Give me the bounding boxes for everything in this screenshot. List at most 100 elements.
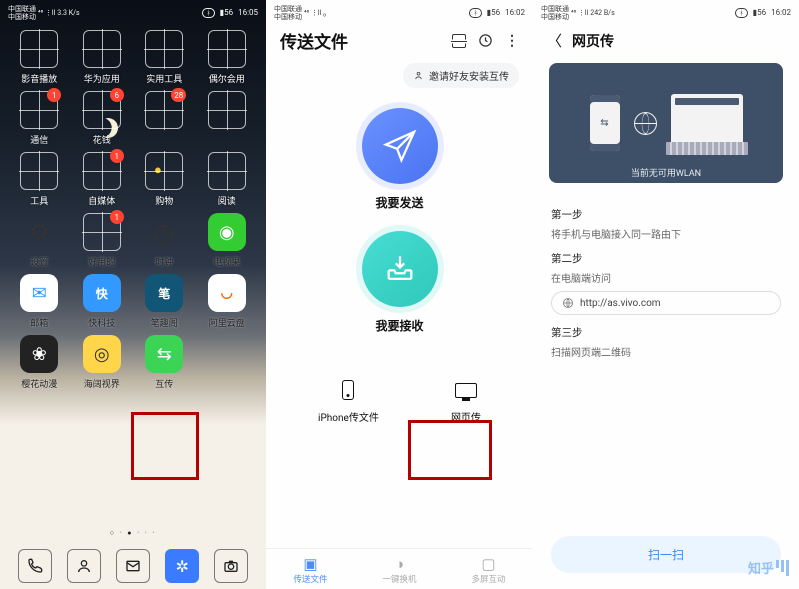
- highlight-box: [131, 412, 199, 480]
- phone-web-transfer: 中国联通中国移动⁴⁶ ⋮ll242 B/s ᚼ▮5616:02 〈 网页传 当前…: [533, 0, 799, 589]
- camera-icon[interactable]: [214, 549, 248, 583]
- step-2-desc: 在电脑端访问: [551, 270, 781, 285]
- cloud-icon: ◡: [208, 274, 246, 312]
- step-1-desc: 将手机与电脑接入同一路由下: [551, 226, 781, 241]
- transfer-icon: ⇆: [145, 335, 183, 373]
- page-title: 传送文件: [280, 28, 348, 53]
- app-shopping[interactable]: 购物: [133, 152, 196, 207]
- browser-icon[interactable]: ✲: [165, 549, 199, 583]
- step-1-title: 第一步: [551, 207, 781, 222]
- app-huawei[interactable]: 华为应用: [71, 30, 134, 85]
- app-folder[interactable]: [196, 91, 259, 146]
- scan-icon[interactable]: [452, 34, 466, 48]
- history-icon[interactable]: [478, 33, 493, 48]
- app-reading[interactable]: 阅读: [196, 152, 259, 207]
- highlight-box: [408, 420, 492, 480]
- dock: ✲: [0, 549, 266, 583]
- app-occasional[interactable]: 偶尔会用: [196, 30, 259, 85]
- status-bar: 中国联通中国移动⁴⁶ ⋮ll₀ ᚼ▮5616:02: [266, 0, 533, 22]
- app-kkj[interactable]: 快快科技: [71, 274, 134, 329]
- status-bar: 中国联通中国移动⁴⁶ ⋮ll3.3 K/s ᚼ▮5616:05: [0, 0, 266, 22]
- bluetooth-icon: ᚼ: [469, 8, 481, 18]
- app-selfmedia[interactable]: 1自媒体: [71, 152, 134, 207]
- app-media[interactable]: 影音播放: [8, 30, 71, 85]
- send-label: 我要发送: [266, 194, 533, 211]
- step-2-title: 第二步: [551, 251, 781, 266]
- clock: 16:02: [505, 8, 525, 17]
- bluetooth-icon: ᚼ: [202, 8, 214, 18]
- screens-icon: ▢: [471, 555, 505, 573]
- scan-button[interactable]: 扫一扫: [551, 536, 781, 573]
- app-tools[interactable]: 工具: [8, 152, 71, 207]
- steps: 第一步 将手机与电脑接入同一路由下 第二步 在电脑端访问 http://as.v…: [533, 189, 799, 367]
- badge: 1: [110, 210, 124, 224]
- badge: 1: [47, 88, 61, 102]
- clock-icon: ◷: [145, 213, 183, 251]
- page-title: 网页传: [572, 31, 614, 51]
- app-grid: 影音播放 华为应用 实用工具 偶尔会用 1通信 6花钱 28 工具 1自媒体 购…: [0, 22, 266, 390]
- iphone-label: iPhone传文件: [318, 409, 379, 424]
- folder-icon: ▣: [293, 555, 327, 573]
- app-haikuo[interactable]: ◎海阔视界: [71, 335, 134, 390]
- bluetooth-icon: ᚼ: [735, 8, 747, 18]
- contacts-icon[interactable]: [67, 549, 101, 583]
- message-icon[interactable]: [116, 549, 150, 583]
- phone-homescreen: 中国联通中国移动⁴⁶ ⋮ll3.3 K/s ᚼ▮5616:05 ● 影音播放 华…: [0, 0, 266, 589]
- app-utilities[interactable]: 实用工具: [133, 30, 196, 85]
- app-sakura[interactable]: ❀樱花动漫: [8, 335, 71, 390]
- more-icon[interactable]: ⋮: [505, 33, 519, 49]
- inbox-icon: [383, 252, 417, 286]
- monitor-icon: [455, 383, 477, 398]
- gear-icon: ⚙: [20, 213, 58, 251]
- app-clock[interactable]: ◷时钟: [133, 213, 196, 268]
- web-transfer-option[interactable]: 网页传: [451, 376, 481, 424]
- receive-label: 我要接收: [266, 317, 533, 334]
- app-aliyun[interactable]: ◡阿里云盘: [196, 274, 259, 329]
- tab-clone[interactable]: ◑一键换机: [382, 555, 416, 585]
- app-mail[interactable]: ✉邮箱: [8, 274, 71, 329]
- back-icon[interactable]: 〈: [547, 30, 562, 51]
- status-bar: 中国联通中国移动⁴⁶ ⋮ll242 B/s ᚼ▮5616:02: [533, 0, 799, 22]
- invite-banner[interactable]: 邀请好友安装互传: [403, 63, 519, 88]
- header: 传送文件 ⋮: [266, 22, 533, 53]
- mail-icon: ✉: [20, 274, 58, 312]
- url-box[interactable]: http://as.vivo.com: [551, 291, 781, 315]
- clock: 16:02: [771, 8, 791, 17]
- app-tvguo[interactable]: ◉电视果: [196, 213, 259, 268]
- iphone-transfer-option[interactable]: iPhone传文件: [318, 376, 379, 424]
- phone-transfer-app: 中国联通中国移动⁴⁶ ⋮ll₀ ᚼ▮5616:02 传送文件 ⋮ 邀请好友安装互…: [266, 0, 533, 589]
- globe-icon: [634, 112, 657, 135]
- app-folder[interactable]: 28: [133, 91, 196, 146]
- badge: 6: [110, 88, 124, 102]
- url-text: http://as.vivo.com: [580, 298, 661, 309]
- tab-transfer[interactable]: ▣传送文件: [293, 555, 327, 585]
- phone-icon[interactable]: [18, 549, 52, 583]
- app-communication[interactable]: 1通信: [8, 91, 71, 146]
- person-icon: [413, 70, 424, 81]
- eye-icon: ◎: [83, 335, 121, 373]
- book-icon: 笔: [145, 274, 183, 312]
- app-useful[interactable]: 1好用的: [71, 213, 134, 268]
- badge: 28: [171, 88, 186, 102]
- battery-icon: ▮56: [487, 8, 500, 17]
- header: 〈 网页传: [533, 22, 799, 51]
- send-button[interactable]: [362, 108, 438, 184]
- app-biquge[interactable]: 笔笔趣阁: [133, 274, 196, 329]
- zhihu-watermark: 知乎: [748, 558, 789, 577]
- invite-label: 邀请好友安装互传: [429, 68, 509, 83]
- receive-button[interactable]: [362, 231, 438, 307]
- app-settings[interactable]: ⚙设置: [8, 213, 71, 268]
- step-3-desc: 扫描网页端二维码: [551, 344, 781, 359]
- clock: 16:05: [238, 8, 258, 17]
- globe-icon: [562, 297, 574, 309]
- step-3-title: 第三步: [551, 325, 781, 340]
- tab-multiscreen[interactable]: ▢多屏互动: [471, 555, 505, 585]
- bottom-tabs: ▣传送文件 ◑一键换机 ▢多屏互动: [266, 548, 533, 585]
- app-spend[interactable]: 6花钱: [71, 91, 134, 146]
- battery-icon: ▮56: [220, 8, 233, 17]
- badge: 1: [110, 149, 124, 163]
- clone-icon: ◑: [382, 555, 416, 573]
- illustration: 当前无可用WLAN: [549, 63, 783, 183]
- app-huichuan[interactable]: ⇆互传: [133, 335, 196, 390]
- page-indicator: ○ · ● · · ·: [0, 529, 266, 537]
